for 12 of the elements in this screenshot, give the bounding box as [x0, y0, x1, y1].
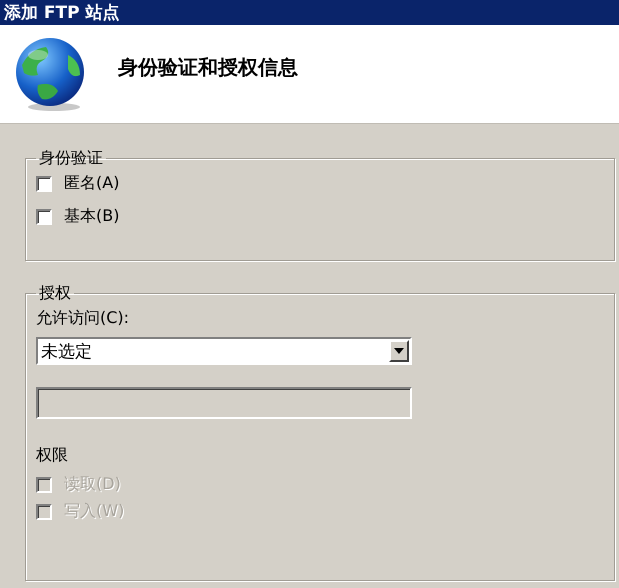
checkbox[interactable]	[36, 176, 52, 192]
group-legend: 身份验证	[36, 148, 106, 169]
checkbox[interactable]	[36, 208, 52, 224]
page-heading: 身份验证和授权信息	[118, 54, 298, 80]
checkbox-label: 基本(B)	[64, 206, 120, 227]
field-label: 允许访问(C):	[36, 308, 130, 329]
window-title: 添加 FTP 站点	[4, 2, 120, 24]
access-dropdown[interactable]: 未选定	[36, 337, 412, 365]
group-legend: 授权	[36, 283, 74, 304]
checkbox-label: 匿名(A)	[64, 173, 120, 194]
section-label: 权限	[36, 445, 69, 466]
caret-icon	[394, 348, 404, 354]
